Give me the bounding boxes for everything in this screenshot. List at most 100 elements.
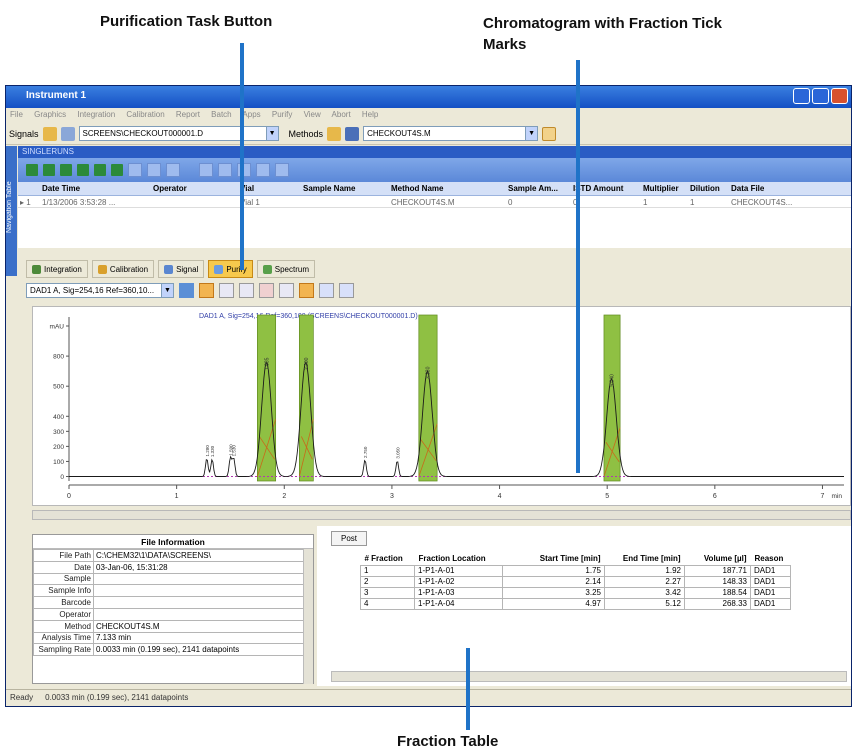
cell-end-time[interactable]: 2.27 <box>604 575 685 588</box>
cell-volume[interactable]: 187.71 <box>684 564 751 577</box>
cell-start-time[interactable]: 2.14 <box>502 575 605 588</box>
cell-volume[interactable]: 148.33 <box>684 575 751 588</box>
previous-icon[interactable] <box>43 164 55 176</box>
method-file-select[interactable]: CHECKOUT4S.M ▼ <box>363 126 539 141</box>
signal-file-select[interactable]: SCREENS\CHECKOUT000001.D ▼ <box>78 126 279 141</box>
play-icon[interactable] <box>77 164 89 176</box>
menu-report[interactable]: Report <box>176 110 200 119</box>
navigation-side-tab[interactable]: Navigation Table <box>6 146 17 276</box>
open-folder-icon[interactable] <box>42 126 57 141</box>
color-icon[interactable] <box>299 282 314 298</box>
cell-fraction-number[interactable]: 2 <box>360 575 415 588</box>
cell-fraction-number[interactable]: 1 <box>360 564 415 577</box>
options-icon[interactable] <box>339 282 354 298</box>
col-fraction-number[interactable]: # Fraction <box>361 553 415 565</box>
col-multiplier[interactable]: Multiplier <box>643 184 679 193</box>
file-info-value[interactable]: 03-Jan-06, 15:31:28 <box>93 560 305 574</box>
cell-method-name[interactable]: CHECKOUT4S.M <box>391 198 455 207</box>
col-reason[interactable]: Reason <box>751 553 791 565</box>
pause-icon[interactable] <box>111 164 123 176</box>
menu-integration[interactable]: Integration <box>77 110 115 119</box>
close-button[interactable] <box>831 88 848 104</box>
col-sample-amount[interactable]: Sample Am... <box>508 184 558 193</box>
method-folder-icon[interactable] <box>327 126 342 141</box>
menu-purify[interactable]: Purify <box>272 110 292 119</box>
method-editor-icon[interactable] <box>542 126 557 141</box>
cell-fraction-location[interactable]: 1-P1-A-03 <box>414 586 503 599</box>
maximize-button[interactable] <box>812 88 829 104</box>
file-info-value[interactable] <box>93 596 305 609</box>
col-volume[interactable]: Volume [µl] <box>685 553 751 565</box>
save-method-icon[interactable] <box>345 126 360 141</box>
table-row[interactable]: 2 1-P1-A-02 2.14 2.27 148.33 DAD1 <box>360 575 791 588</box>
cell-volume[interactable]: 188.54 <box>684 586 751 599</box>
cell-reason[interactable]: DAD1 <box>750 597 791 610</box>
cell-sample-amount[interactable]: 0 <box>508 198 512 207</box>
signal-select[interactable]: DAD1 A, Sig=254,16 Ref=360,10... ▼ <box>26 282 174 298</box>
table-row[interactable]: 1 1-P1-A-01 1.75 1.92 187.71 DAD1 <box>360 564 791 577</box>
cell-end-time[interactable]: 1.92 <box>604 564 685 577</box>
cell-multiplier[interactable]: 1 <box>643 198 647 207</box>
file-info-scrollbar[interactable] <box>303 549 313 684</box>
step-back-icon[interactable] <box>60 164 72 176</box>
chevron-down-icon[interactable]: ▼ <box>525 127 538 140</box>
file-info-value[interactable]: C:\CHEM32\1\DATA\SCREENS\ <box>93 549 305 562</box>
menu-graphics[interactable]: Graphics <box>34 110 66 119</box>
menu-help[interactable]: Help <box>362 110 378 119</box>
info-icon[interactable] <box>319 282 334 298</box>
fraction-table-scrollbar[interactable] <box>331 671 847 682</box>
col-start-time[interactable]: Start Time [min] <box>503 553 605 565</box>
cell-reason[interactable]: DAD1 <box>750 586 791 599</box>
delete-icon[interactable] <box>259 282 274 298</box>
menu-calibration[interactable]: Calibration <box>126 110 164 119</box>
cell-dilution[interactable]: 1 <box>690 198 694 207</box>
table-row[interactable]: 4 1-P1-A-04 4.97 5.12 268.33 DAD1 <box>360 597 791 610</box>
cell-end-time[interactable]: 5.12 <box>604 597 685 610</box>
table-row[interactable]: 3 1-P1-A-03 3.25 3.42 188.54 DAD1 <box>360 586 791 599</box>
cell-fraction-location[interactable]: 1-P1-A-02 <box>414 575 503 588</box>
cell-date-time[interactable]: 1/13/2006 3:53:28 ... <box>42 198 115 207</box>
search-icon[interactable] <box>239 282 254 298</box>
tab-signal[interactable]: Signal <box>158 260 205 278</box>
report-icon[interactable] <box>166 163 180 177</box>
chevron-down-icon[interactable]: ▼ <box>161 283 173 297</box>
menu-batch[interactable]: Batch <box>211 110 231 119</box>
help-icon[interactable] <box>275 163 289 177</box>
load-signal-icon[interactable] <box>60 126 75 141</box>
file-info-value[interactable] <box>93 572 305 586</box>
cell-reason[interactable]: DAD1 <box>750 575 791 588</box>
file-info-value[interactable]: 0.0033 min (0.199 sec), 2141 datapoints <box>93 643 305 657</box>
print-icon[interactable] <box>199 163 213 177</box>
file-info-value[interactable] <box>93 607 305 621</box>
col-dilution[interactable]: Dilution <box>690 184 720 193</box>
table-row[interactable]: ▸ 1 1/13/2006 3:53:28 ... Vial 1 CHECKOU… <box>18 196 851 208</box>
menu-file[interactable]: File <box>10 110 23 119</box>
menu-abort[interactable]: Abort <box>332 110 351 119</box>
cell-reason[interactable]: DAD1 <box>750 564 791 577</box>
col-date-time[interactable]: Date Time <box>42 184 80 193</box>
col-fraction-location[interactable]: Fraction Location <box>415 553 503 565</box>
step-forward-icon[interactable] <box>94 164 106 176</box>
minimize-button[interactable] <box>793 88 810 104</box>
export-icon[interactable] <box>218 163 232 177</box>
col-operator[interactable]: Operator <box>153 184 187 193</box>
menu-view[interactable]: View <box>304 110 321 119</box>
tab-purify[interactable]: Purify <box>208 260 253 278</box>
col-data-file[interactable]: Data File <box>731 184 764 193</box>
fraction-ticks-icon[interactable] <box>199 282 214 298</box>
cell-start-time[interactable]: 4.97 <box>502 597 605 610</box>
cell-fraction-number[interactable]: 3 <box>360 586 415 599</box>
tab-spectrum[interactable]: Spectrum <box>256 260 315 278</box>
file-info-value[interactable] <box>93 584 305 598</box>
cell-volume[interactable]: 268.33 <box>684 597 751 610</box>
chart-scrollbar[interactable] <box>32 510 851 520</box>
col-method-name[interactable]: Method Name <box>391 184 443 193</box>
menu-apps[interactable]: Apps <box>242 110 260 119</box>
tab-integration[interactable]: Integration <box>26 260 88 278</box>
cell-fraction-location[interactable]: 1-P1-A-01 <box>414 564 503 577</box>
integrate-icon[interactable] <box>179 282 194 298</box>
refresh-icon[interactable] <box>147 163 161 177</box>
cell-end-time[interactable]: 3.42 <box>604 586 685 599</box>
cell-fraction-location[interactable]: 1-P1-A-04 <box>414 597 503 610</box>
chevron-down-icon[interactable]: ▼ <box>265 127 278 140</box>
